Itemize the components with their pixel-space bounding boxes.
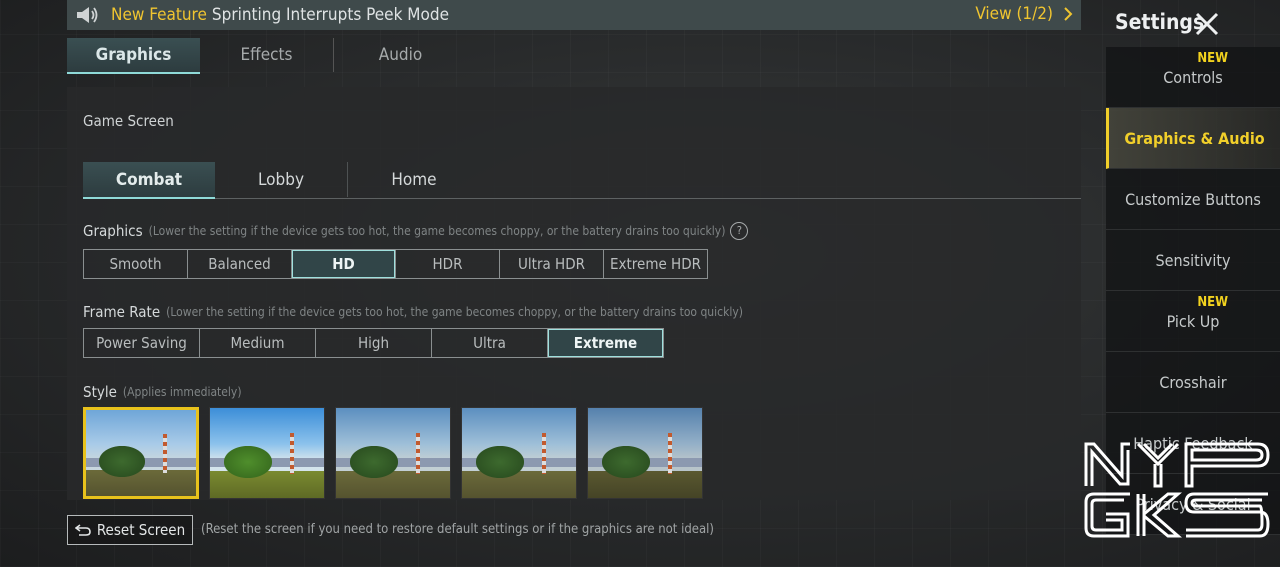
speaker-icon xyxy=(77,7,98,23)
sidebar-item-label: Graphics & Audio xyxy=(1124,128,1265,148)
frame-rate-section-title: Frame Rate (Lower the setting if the dev… xyxy=(83,303,743,321)
new-badge: NEW xyxy=(1197,295,1228,310)
main-tabs: Graphics Effects Audio xyxy=(67,38,467,74)
graphics-hint: (Lower the setting if the device gets to… xyxy=(148,224,726,238)
help-icon[interactable]: ? xyxy=(730,222,749,240)
style-hint: (Applies immediately) xyxy=(122,385,242,399)
frame-rate-hint: (Lower the setting if the device gets to… xyxy=(166,305,743,319)
view-more-link[interactable]: View (1/2) xyxy=(975,4,1073,24)
tab-audio[interactable]: Audio xyxy=(334,38,467,72)
frame-rate-title: Frame Rate xyxy=(83,303,161,321)
style-title: Style xyxy=(83,383,117,401)
banner-text: Sprinting Interrupts Peek Mode xyxy=(211,5,449,25)
game-screen-label: Game Screen xyxy=(83,112,174,130)
reset-screen-button[interactable]: Reset Screen xyxy=(67,515,193,545)
reset-screen-label: Reset Screen xyxy=(96,521,186,539)
undo-icon xyxy=(74,524,91,536)
style-thumbnail-2[interactable] xyxy=(209,407,325,499)
chevron-right-icon xyxy=(1064,7,1073,21)
settings-title: Settings xyxy=(1115,10,1205,34)
graphics-option-extreme-hdr[interactable]: Extreme HDR xyxy=(604,250,707,278)
sidebar-item-sensitivity[interactable]: Sensitivity xyxy=(1106,230,1280,291)
graphics-option-hd[interactable]: HD xyxy=(292,250,396,278)
graphics-title: Graphics xyxy=(83,222,143,240)
reset-note: (Reset the screen if you need to restore… xyxy=(201,522,714,537)
view-counter: View (1/2) xyxy=(975,4,1053,24)
style-thumbnails xyxy=(83,407,703,499)
new-badge: NEW xyxy=(1197,51,1228,66)
close-icon[interactable] xyxy=(1194,11,1220,37)
screen-subtabs: Combat Lobby Home xyxy=(83,162,1081,199)
frame-rate-option-medium[interactable]: Medium xyxy=(200,329,316,357)
sidebar-item-label: Customize Buttons xyxy=(1125,189,1261,209)
graphics-section-title: Graphics (Lower the setting if the devic… xyxy=(83,222,749,240)
sidebar-item-pick-up[interactable]: Pick Up NEW xyxy=(1106,291,1280,352)
graphics-option-ultra-hdr[interactable]: Ultra HDR xyxy=(500,250,604,278)
style-thumbnail-3[interactable] xyxy=(335,407,451,499)
sidebar-item-crosshair[interactable]: Crosshair xyxy=(1106,352,1280,413)
style-section-title: Style (Applies immediately) xyxy=(83,383,242,401)
frame-rate-option-high[interactable]: High xyxy=(316,329,432,357)
style-thumbnail-5[interactable] xyxy=(587,407,703,499)
frame-rate-selector: Power Saving Medium High Ultra Extreme xyxy=(83,328,664,358)
tab-effects[interactable]: Effects xyxy=(200,38,334,72)
sidebar-item-customize-buttons[interactable]: Customize Buttons xyxy=(1106,169,1280,230)
graphics-quality-selector: Smooth Balanced HD HDR Ultra HDR Extreme… xyxy=(83,249,708,279)
sidebar-item-label: Pick Up xyxy=(1166,311,1220,331)
subtab-combat[interactable]: Combat xyxy=(83,162,215,199)
subtab-home[interactable]: Home xyxy=(348,162,480,197)
announcement-banner[interactable]: New Feature Sprinting Interrupts Peek Mo… xyxy=(67,0,1081,30)
sidebar-item-label: Crosshair xyxy=(1159,372,1227,392)
frame-rate-option-ultra[interactable]: Ultra xyxy=(432,329,548,357)
subtab-lobby[interactable]: Lobby xyxy=(215,162,348,197)
graphics-option-hdr[interactable]: HDR xyxy=(396,250,500,278)
sidebar-item-label: Sensitivity xyxy=(1155,250,1231,270)
style-thumbnail-1[interactable] xyxy=(83,407,199,499)
style-thumbnail-4[interactable] xyxy=(461,407,577,499)
sidebar-item-graphics-audio[interactable]: Graphics & Audio xyxy=(1106,108,1280,169)
new-feature-label: New Feature xyxy=(111,5,207,25)
tab-graphics[interactable]: Graphics xyxy=(67,38,200,74)
nypgks-watermark-logo xyxy=(1084,442,1270,538)
frame-rate-option-power-saving[interactable]: Power Saving xyxy=(84,329,200,357)
sidebar-item-label: Controls xyxy=(1163,67,1223,87)
frame-rate-option-extreme[interactable]: Extreme xyxy=(548,329,663,357)
graphics-option-balanced[interactable]: Balanced xyxy=(188,250,292,278)
graphics-option-smooth[interactable]: Smooth xyxy=(84,250,188,278)
settings-panel: Game Screen Combat Lobby Home Graphics (… xyxy=(67,87,1081,500)
sidebar-item-controls[interactable]: Controls NEW xyxy=(1106,47,1280,108)
